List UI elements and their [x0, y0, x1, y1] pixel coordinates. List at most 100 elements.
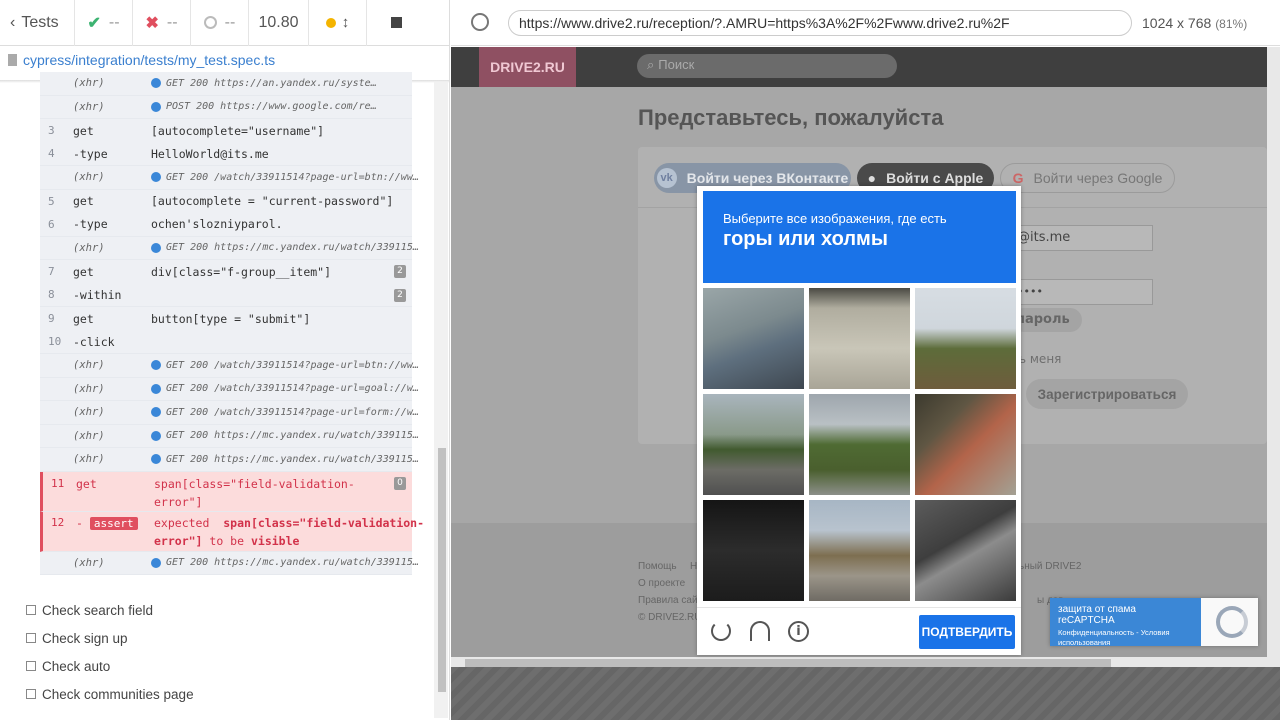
command-number: 4: [48, 147, 55, 161]
captcha-header: Выберите все изображения, где есть горы …: [703, 191, 1016, 283]
request-dot-icon: [151, 172, 161, 183]
email-field[interactable]: @its.me: [1012, 225, 1153, 251]
command-name: -within: [73, 287, 122, 302]
headphones-icon[interactable]: [750, 621, 770, 641]
site-search-input[interactable]: ⌕ Поиск: [637, 54, 897, 78]
failed-count: ✖ --: [133, 0, 191, 46]
footer-link[interactable]: Правила сай: [638, 595, 698, 606]
command-row[interactable]: 7 get div[class="f-group__item"] 2: [40, 260, 412, 284]
captcha-tile[interactable]: [703, 394, 804, 495]
forgot-password-button[interactable]: пароль: [1012, 308, 1082, 332]
site-logo[interactable]: DRIVE2.RU: [479, 47, 576, 87]
command-message: GET 200 https://mc.yandex.ru/watch/33911…: [151, 454, 419, 465]
xhr-log-row[interactable]: (xhr) GET 200 https://mc.yandex.ru/watch/…: [40, 236, 419, 260]
count-badge: 0: [394, 476, 406, 490]
command-row[interactable]: 3 get [autocomplete="username"]: [40, 119, 412, 143]
command-row[interactable]: 8 -within 2: [40, 283, 412, 307]
command-name: (xhr): [73, 556, 105, 569]
captcha-tile[interactable]: [809, 500, 910, 601]
command-message: GET 200 /watch/33911514?page-url=btn://w…: [151, 172, 419, 183]
recaptcha-badge[interactable]: защита от спама reCAPTCHA Конфиденциальн…: [1050, 598, 1258, 647]
captcha-tile[interactable]: [703, 500, 804, 601]
recaptcha-challenge: Выберите все изображения, где есть горы …: [697, 186, 1021, 655]
tests-button[interactable]: ‹ Tests: [0, 0, 75, 46]
xhr-log-row[interactable]: (xhr) GET 200 /watch/33911514?page-url=bt…: [40, 354, 419, 378]
footer-link[interactable]: ьный DRIVE2: [1019, 561, 1081, 572]
autoscroll-toggle[interactable]: ↕: [309, 0, 367, 46]
footer-link[interactable]: Помощь: [638, 561, 677, 572]
assert-message: expected span[class="field-validation-: [154, 515, 425, 530]
captcha-instruction: Выберите все изображения, где есть: [723, 211, 947, 226]
command-row[interactable]: 9 get button[type = "submit"]: [40, 307, 412, 331]
site-header: DRIVE2.RU ⌕ Поиск: [451, 47, 1267, 87]
arrows-vertical-icon: ↕: [341, 14, 350, 31]
captcha-tile[interactable]: [915, 500, 1016, 601]
test-item[interactable]: Check sign up: [26, 624, 194, 652]
google-login-button[interactable]: G Войти через Google: [1000, 163, 1175, 193]
count-badge: 2: [394, 265, 406, 278]
spec-path[interactable]: cypress/integration/tests/my_test.spec.t…: [8, 52, 275, 68]
command-message: POST 200 https://www.google.com/re…: [151, 101, 377, 112]
captcha-tile[interactable]: [703, 288, 804, 389]
request-text: GET 200 /watch/33911514?page-url=btn://w…: [166, 171, 419, 183]
request-text: GET 200 https://mc.yandex.ru/watch/33911…: [166, 430, 419, 442]
viewport-scrollbar-thumb[interactable]: [465, 659, 1111, 667]
command-name: (xhr): [73, 359, 105, 372]
command-name: -type: [73, 217, 108, 232]
xhr-log-row[interactable]: (xhr) GET 200 https://mc.yandex.ru/watch/…: [40, 424, 419, 448]
test-item[interactable]: Check search field: [26, 596, 194, 624]
test-item[interactable]: Check auto: [26, 652, 194, 680]
request-dot-icon: [151, 430, 161, 441]
check-icon: ✔: [87, 14, 101, 32]
request-dot-icon: [151, 78, 161, 89]
captcha-tile[interactable]: [809, 288, 910, 389]
footer-link[interactable]: О проекте: [638, 578, 685, 589]
stop-button[interactable]: [367, 0, 425, 46]
url-field[interactable]: https://www.drive2.ru/reception/?.AMRU=h…: [508, 10, 1132, 36]
test-item[interactable]: Check communities page: [26, 680, 194, 708]
command-message: span[class="field-validation-: [154, 476, 355, 491]
xhr-log-row[interactable]: (xhr) GET 200 /watch/33911514?page-url=fo…: [40, 401, 419, 425]
register-button[interactable]: Зарегистрироваться: [1026, 379, 1188, 409]
test-list: Check search field Check sign up Check a…: [26, 596, 194, 708]
xhr-log-row[interactable]: (xhr) GET 200 https://mc.yandex.ru/watch/…: [40, 551, 419, 575]
command-message: [autocomplete="username"]: [151, 123, 325, 138]
cross-icon: ✖: [145, 14, 159, 32]
viewport-size: 1024 x 768 (81%): [1142, 15, 1248, 31]
crosshair-icon[interactable]: [471, 13, 489, 31]
circle-notch-icon: [203, 16, 217, 29]
command-row[interactable]: 10 -click: [40, 330, 412, 354]
xhr-log-row[interactable]: (xhr) POST 200 https://www.google.com/re…: [40, 95, 412, 119]
command-name: (xhr): [73, 453, 105, 466]
xhr-log-row[interactable]: (xhr) GET 200 https://an.yandex.ru/syste…: [40, 72, 412, 96]
aut-header: https://www.drive2.ru/reception/?.AMRU=h…: [451, 0, 1280, 46]
captcha-tile[interactable]: [809, 394, 910, 495]
xhr-log-row[interactable]: (xhr) GET 200 https://mc.yandex.ru/watch/…: [40, 448, 419, 472]
captcha-tile[interactable]: [915, 288, 1016, 389]
command-message: ochen'slozniyparol.: [151, 217, 283, 232]
count-badge: 2: [394, 288, 406, 302]
viewport-scrollbar-vertical[interactable]: [1267, 47, 1280, 667]
xhr-log-row[interactable]: (xhr) GET 200 /watch/33911514?page-url=go…: [40, 377, 419, 401]
command-number: 7: [48, 265, 55, 279]
request-dot-icon: [151, 360, 161, 371]
command-row[interactable]: 5 get [autocomplete = "current-password"]: [40, 189, 412, 213]
command-row[interactable]: 6 -type ochen'slozniyparol.: [40, 213, 412, 237]
status-dot-icon: [325, 17, 336, 28]
command-row[interactable]: 4 -type HelloWorld@its.me: [40, 142, 412, 166]
failed-assert-row[interactable]: 12 - assert expected span[class="field-val…: [40, 511, 424, 552]
failed-command-row[interactable]: 11 get span[class="field-validation-error"…: [40, 471, 412, 512]
request-dot-icon: [151, 242, 161, 253]
command-message: div[class="f-group__item"]: [151, 264, 332, 279]
command-number: 11: [51, 476, 65, 490]
password-field[interactable]: ••••: [1012, 279, 1153, 305]
captcha-tile[interactable]: [915, 394, 1016, 495]
command-message: GET 200 /watch/33911514?page-url=form://…: [151, 407, 419, 418]
scrollbar-thumb[interactable]: [438, 448, 446, 692]
xhr-log-row[interactable]: (xhr) GET 200 /watch/33911514?page-url=bt…: [40, 166, 419, 190]
footer-copyright: © DRIVE2.RU: [638, 612, 702, 623]
command-message: GET 200 /watch/33911514?page-url=goal://…: [151, 383, 419, 394]
reload-icon[interactable]: [711, 621, 731, 641]
info-icon[interactable]: i: [788, 621, 809, 642]
verify-button[interactable]: ПОДТВЕРДИТЬ: [919, 615, 1015, 649]
